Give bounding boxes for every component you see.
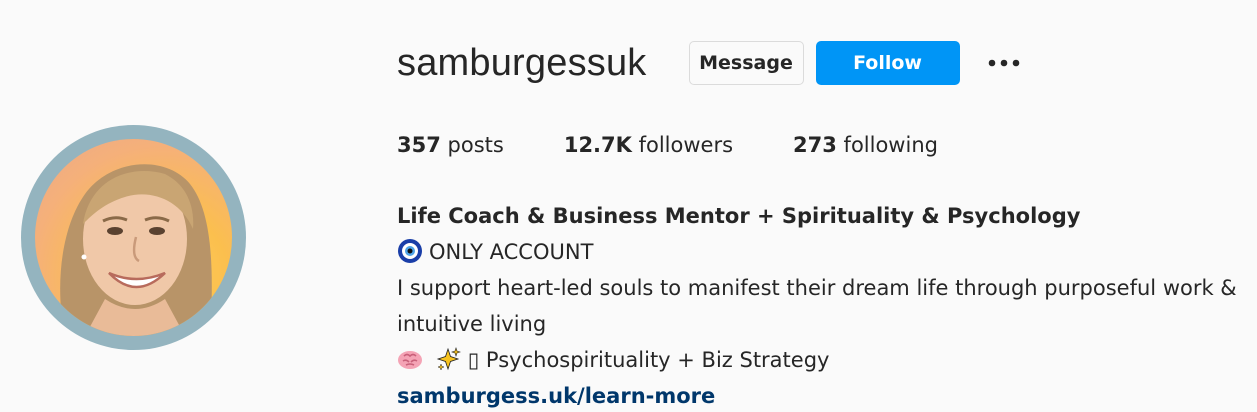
avatar-photo <box>60 164 212 336</box>
profile-header: samburgessuk Message Follow 357 posts 12… <box>0 0 1257 412</box>
stat-posts: 357 posts <box>397 133 504 157</box>
posts-count: 357 <box>397 133 441 157</box>
following-label: following <box>836 133 938 157</box>
nazar-amulet-icon <box>397 238 423 264</box>
bio-link-row: samburgess.uk/learn-more <box>397 378 1257 412</box>
bio-line-1-text: ONLY ACCOUNT <box>429 240 594 264</box>
bio-link[interactable]: samburgess.uk/learn-more <box>397 384 715 408</box>
avatar-ring[interactable] <box>21 125 246 350</box>
followers-label: followers <box>631 133 734 157</box>
profile-actions-row: samburgessuk Message Follow <box>397 40 1022 86</box>
bio-line-2: I support heart-led souls to manifest th… <box>397 276 1237 336</box>
stat-followers[interactable]: 12.7K followers <box>564 133 733 157</box>
follow-button[interactable]: Follow <box>815 41 960 85</box>
avatar[interactable] <box>35 139 232 336</box>
bio-line-3: ▯ Psychospirituality + Biz Strategy <box>397 342 1257 378</box>
sparkles-icon <box>436 346 462 372</box>
bio-line-1: ONLY ACCOUNT <box>397 234 1257 270</box>
brain-icon <box>397 346 423 372</box>
profile-stats: 357 posts 12.7K followers 273 following <box>397 133 998 157</box>
message-button[interactable]: Message <box>688 41 804 85</box>
bio-name: Life Coach & Business Mentor + Spiritual… <box>397 204 1081 228</box>
stat-following[interactable]: 273 following <box>793 133 938 157</box>
posts-label: posts <box>440 133 504 157</box>
followers-count: 12.7K <box>563 133 632 157</box>
more-options-icon[interactable] <box>986 45 1022 81</box>
profile-bio: Life Coach & Business Mentor + Spiritual… <box>397 198 1257 412</box>
following-count: 273 <box>793 133 837 157</box>
profile-username: samburgessuk <box>397 41 647 84</box>
bio-line-3-text: ▯ Psychospirituality + Biz Strategy <box>467 348 830 372</box>
